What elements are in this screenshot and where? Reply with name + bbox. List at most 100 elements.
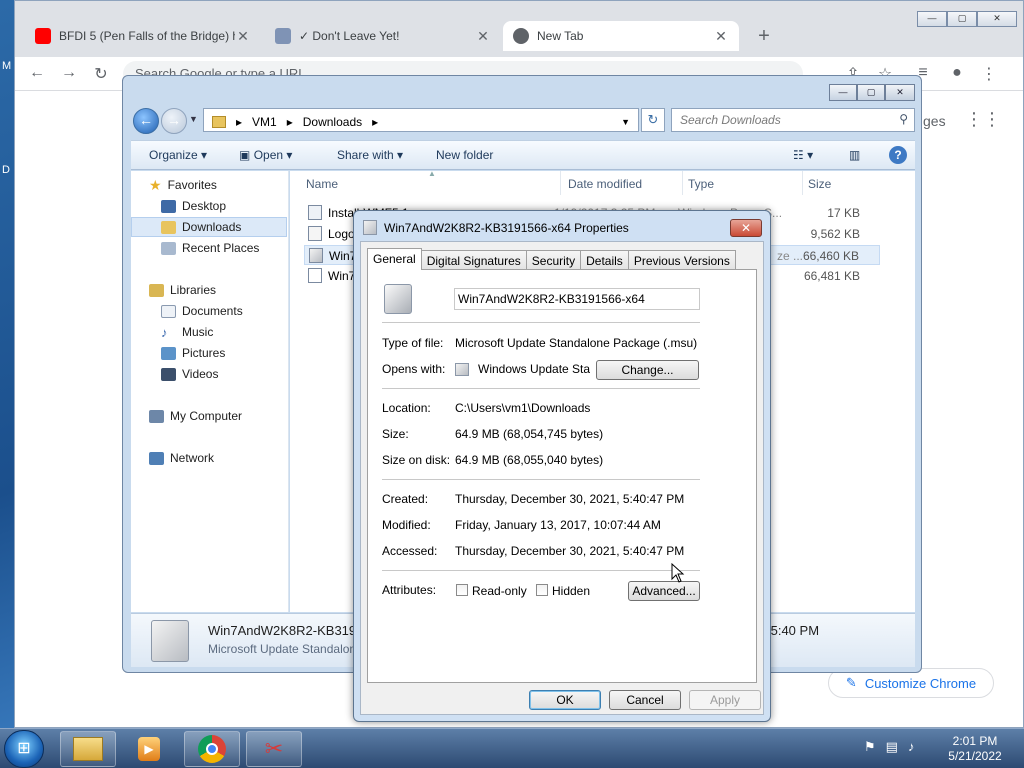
close-button[interactable]: ✕	[730, 219, 762, 237]
share-with-button[interactable]: Share with ▾	[337, 148, 403, 162]
clock-date: 5/21/2022	[948, 749, 1002, 763]
breadcrumb-vm1[interactable]: VM1	[252, 115, 277, 129]
menu-dots-icon[interactable]: ⋮	[979, 64, 999, 84]
nav-downloads[interactable]: Downloads	[131, 217, 287, 237]
forward-button[interactable]: →	[161, 108, 187, 134]
back-icon[interactable]: ←	[27, 64, 47, 82]
created-label: Created:	[382, 492, 429, 506]
file-name: Logo	[328, 227, 355, 241]
apply-button[interactable]: Apply	[689, 690, 761, 710]
hidden-checkbox[interactable]	[536, 584, 548, 596]
music-icon: ♪	[161, 324, 168, 340]
accessed-value: Thursday, December 30, 2021, 5:40:47 PM	[455, 544, 685, 558]
tab-digital-signatures[interactable]: Digital Signatures	[420, 250, 527, 270]
file-name-field[interactable]: Win7AndW2K8R2-KB3191566-x64	[454, 288, 700, 310]
address-dropdown-icon[interactable]: ▼	[621, 117, 630, 127]
size-on-disk-label: Size on disk:	[382, 453, 451, 467]
chrome-icon	[198, 735, 226, 763]
taskbar-snipping-tool[interactable]: ✂	[246, 731, 302, 767]
file-name: Win7	[328, 269, 356, 283]
help-icon[interactable]: ?	[889, 146, 907, 164]
column-type[interactable]: Type	[688, 177, 714, 191]
nav-music[interactable]: ♪ Music	[161, 322, 213, 342]
close-icon[interactable]: ✕	[977, 11, 1017, 27]
advanced-button[interactable]: Advanced...	[628, 581, 700, 601]
tab-new-tab[interactable]: New Tab ✕	[503, 21, 739, 51]
tab-close-icon[interactable]: ✕	[713, 28, 729, 45]
nav-network[interactable]: Network	[149, 448, 214, 468]
back-button[interactable]: ←	[133, 108, 159, 134]
open-button[interactable]: ▣ Open ▾	[239, 148, 292, 162]
column-size[interactable]: Size	[808, 177, 831, 191]
profile-avatar-icon[interactable]: ●	[947, 64, 967, 82]
start-button[interactable]: ⊞	[4, 730, 44, 768]
ok-button[interactable]: OK	[529, 690, 601, 710]
nav-libraries[interactable]: Libraries	[149, 280, 216, 300]
libraries-icon	[149, 283, 164, 297]
maximize-icon[interactable]: ▢	[857, 84, 885, 101]
taskbar-explorer[interactable]	[60, 731, 116, 767]
chrome-window-controls: — ▢ ✕	[917, 11, 1017, 27]
new-folder-button[interactable]: New folder	[436, 148, 493, 162]
nav-my-computer[interactable]: My Computer	[149, 406, 242, 426]
tab-previous-versions[interactable]: Previous Versions	[627, 250, 736, 270]
forward-icon[interactable]: →	[59, 64, 79, 82]
tab-security[interactable]: Security	[525, 250, 582, 270]
read-only-label: Read-only	[472, 584, 527, 598]
taskbar-clock[interactable]: 2:01 PM 5/21/2022	[940, 734, 1010, 764]
organize-button[interactable]: Organize ▾	[149, 148, 207, 162]
nav-videos[interactable]: Videos	[161, 364, 218, 384]
read-only-checkbox[interactable]	[456, 584, 468, 596]
volume-icon[interactable]: ♪	[908, 739, 915, 755]
close-icon[interactable]: ✕	[885, 84, 915, 101]
apps-grid-icon[interactable]: ⋮⋮	[965, 109, 1001, 130]
breadcrumb-downloads[interactable]: Downloads	[303, 115, 362, 129]
column-name[interactable]: Name	[306, 177, 338, 191]
type-value: Microsoft Update Standalone Package (.ms…	[455, 336, 698, 350]
nav-pictures[interactable]: Pictures	[161, 343, 225, 363]
minimize-icon[interactable]: —	[917, 11, 947, 27]
tab-close-icon[interactable]: ✕	[235, 28, 251, 45]
address-bar[interactable]: ▸ VM1 ▸ Downloads ▸ ▼	[203, 108, 639, 132]
size-value: 64.9 MB (68,054,745 bytes)	[455, 427, 604, 441]
network-status-icon[interactable]: ▤	[886, 739, 898, 755]
minimize-icon[interactable]: —	[829, 84, 857, 101]
view-options-icon[interactable]: ☷ ▾	[793, 148, 813, 162]
images-link[interactable]: ges	[923, 113, 946, 129]
chrome-tab-strip: BFDI 5 (Pen Falls of the Bridge) h ✕ ✓ D…	[15, 1, 1023, 57]
tab-dont-leave[interactable]: ✓ Don't Leave Yet! ✕	[265, 21, 501, 51]
change-button[interactable]: Change...	[596, 360, 699, 380]
open-label: Open	[253, 148, 284, 162]
size-on-disk-value: 64.9 MB (68,055,040 bytes)	[455, 453, 604, 467]
tab-details[interactable]: Details	[580, 250, 629, 270]
general-page: Win7AndW2K8R2-KB3191566-x64 Type of file…	[367, 269, 757, 683]
explorer-navigation-bar: ← → ▼ ▸ VM1 ▸ Downloads ▸ ▼ ↻ Search Dow…	[131, 106, 915, 136]
nav-documents[interactable]: Documents	[161, 301, 243, 321]
accessed-label: Accessed:	[382, 544, 438, 558]
organize-label: Organize	[149, 148, 198, 162]
taskbar-chrome[interactable]	[184, 731, 240, 767]
nav-label: Libraries	[170, 283, 217, 297]
action-center-flag-icon[interactable]: ⚑	[864, 739, 876, 755]
nav-recent-places[interactable]: Recent Places	[161, 238, 259, 258]
column-divider	[802, 171, 803, 195]
nav-favorites[interactable]: ★ Favorites	[149, 175, 217, 195]
reload-icon[interactable]: ↻	[91, 64, 111, 84]
refresh-button[interactable]: ↻	[641, 108, 665, 132]
maximize-icon[interactable]: ▢	[947, 11, 977, 27]
tab-close-icon[interactable]: ✕	[475, 28, 491, 45]
recent-pages-chevron-icon[interactable]: ▼	[189, 114, 198, 124]
nav-label: Documents	[182, 304, 243, 318]
nav-label: Network	[170, 451, 215, 465]
cancel-button[interactable]: Cancel	[609, 690, 681, 710]
tab-youtube[interactable]: BFDI 5 (Pen Falls of the Bridge) h ✕	[25, 21, 261, 51]
details-file-name: Win7AndW2K8R2-KB3191	[208, 623, 364, 638]
tab-general[interactable]: General	[367, 248, 422, 270]
nav-desktop[interactable]: Desktop	[161, 196, 226, 216]
preview-pane-icon[interactable]: ▥	[849, 148, 860, 162]
column-date-modified[interactable]: Date modified	[568, 177, 642, 191]
search-input[interactable]: Search Downloads ⚲	[671, 108, 915, 132]
taskbar-media-player[interactable]: ▶	[122, 731, 176, 767]
new-tab-button[interactable]: +	[753, 25, 775, 48]
breadcrumb-separator-icon: ▸	[372, 115, 379, 129]
